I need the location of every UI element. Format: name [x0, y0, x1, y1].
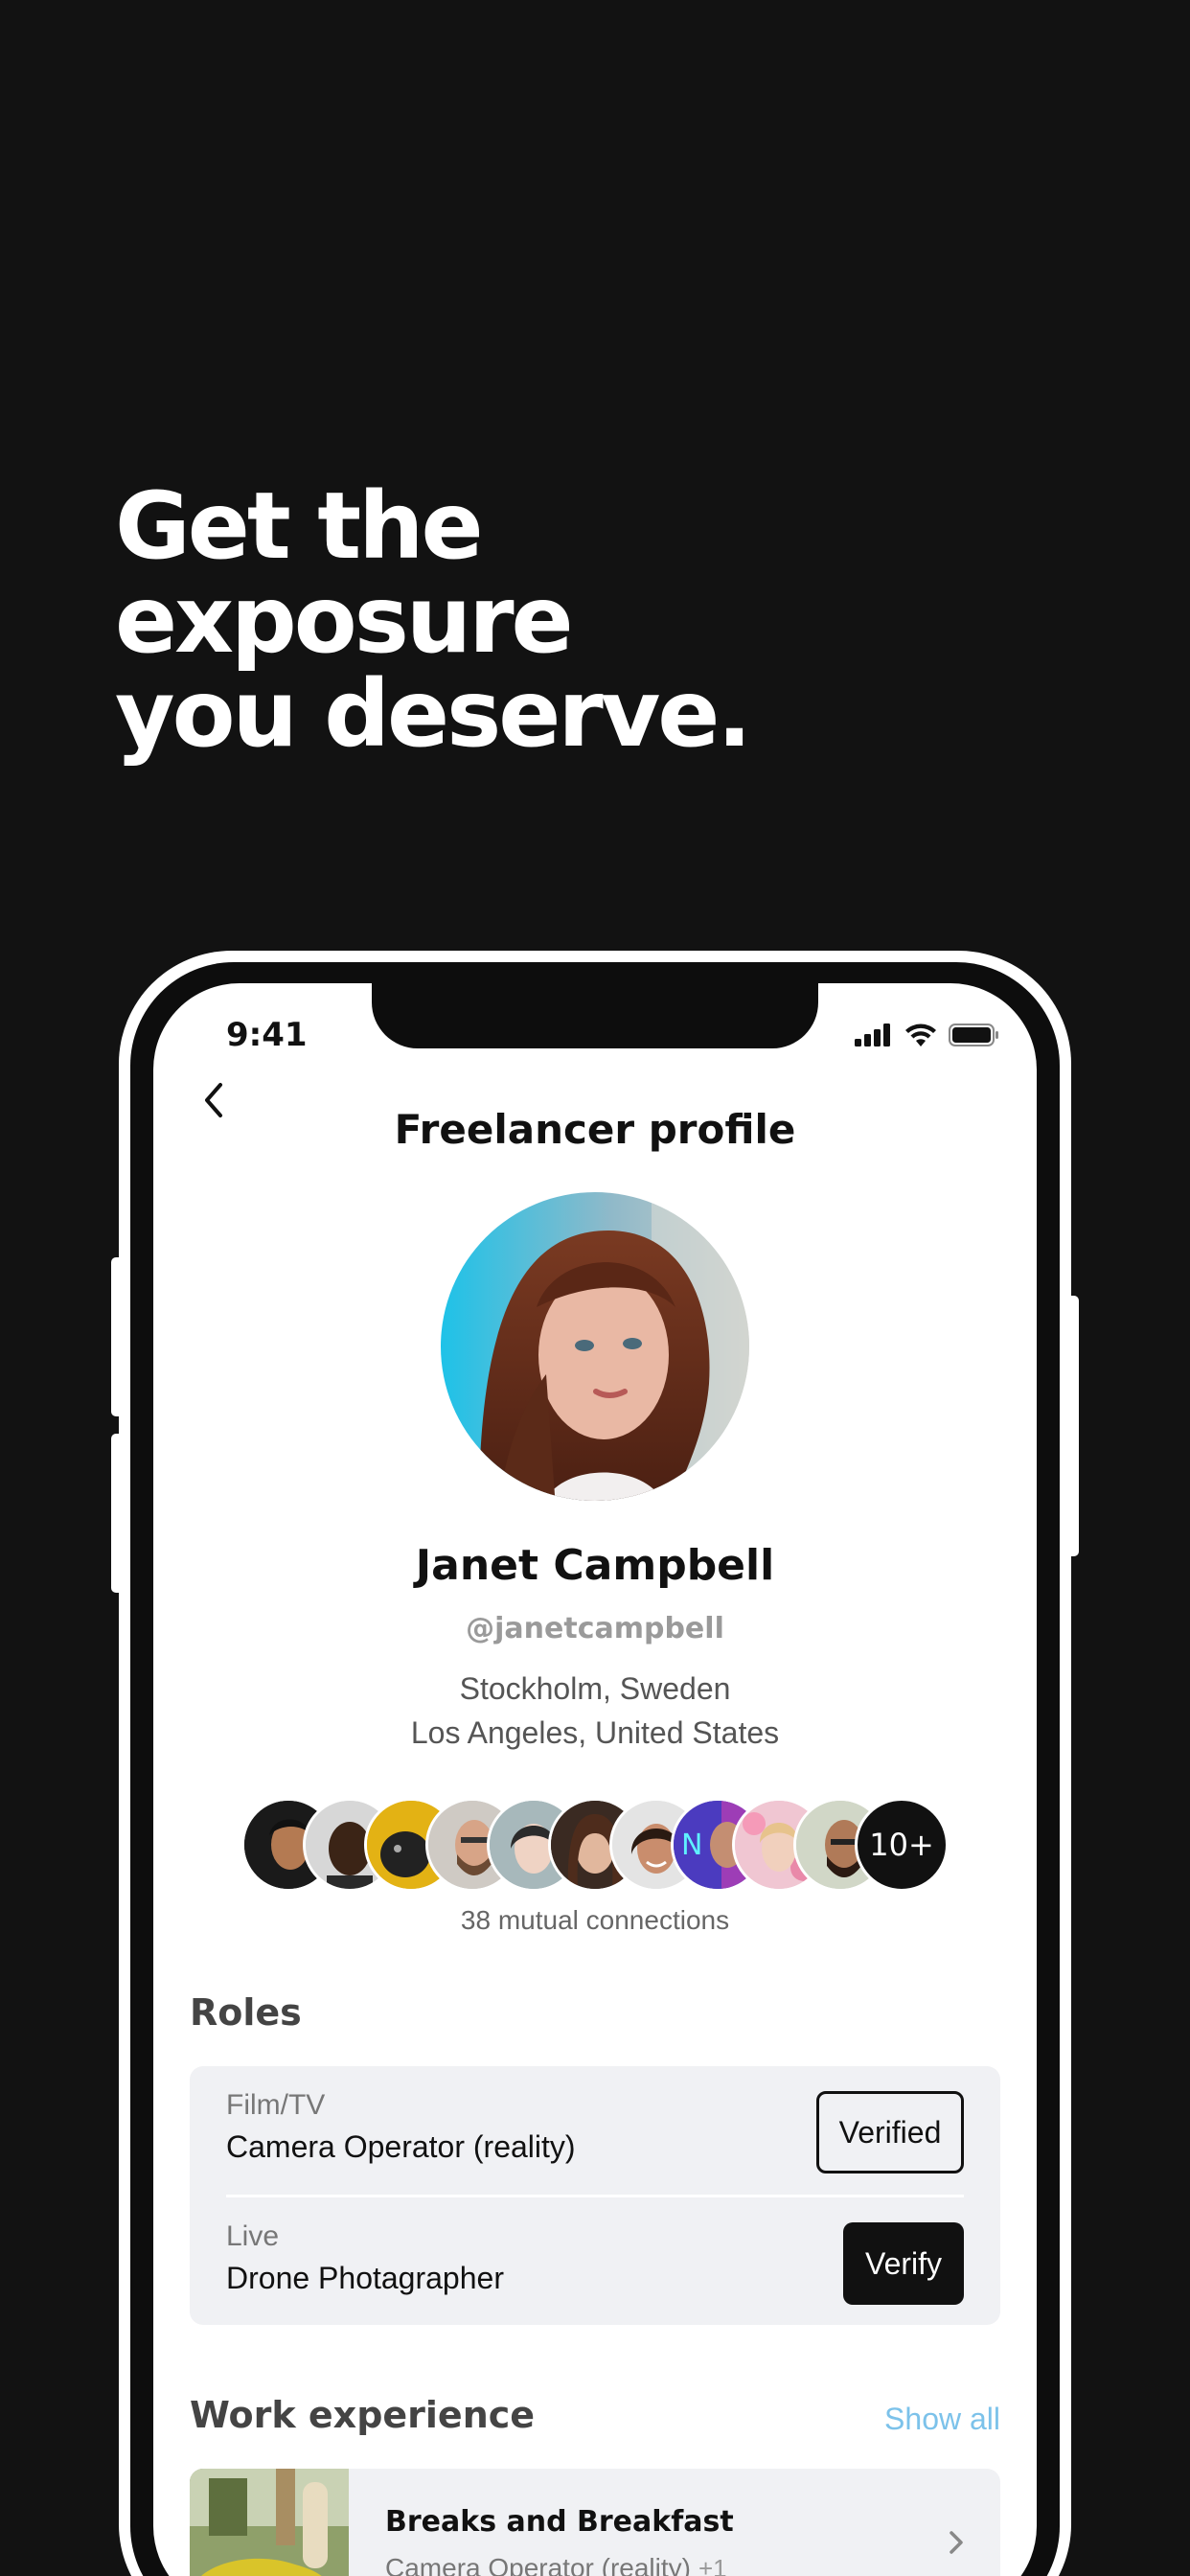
phone-notch [372, 983, 818, 1048]
phone-volume-down-button [111, 1434, 125, 1593]
status-time: 9:41 [226, 1016, 308, 1054]
work-experience-heading: Work experience [190, 2394, 536, 2436]
battery-icon [949, 1024, 998, 1046]
roles-heading: Roles [190, 1991, 302, 2034]
verify-button[interactable]: Verify [843, 2222, 964, 2305]
work-role: Camera Operator (reality) +1 [385, 2553, 727, 2576]
work-role-label: Camera Operator (reality) [385, 2553, 691, 2576]
profile-handle: @janetcampbell [466, 1612, 724, 1645]
profile-location-1: Stockholm, Sweden [459, 1671, 731, 1706]
mutual-connections-count[interactable]: 38 mutual connections [153, 1905, 1037, 1936]
profile-location-2: Los Angeles, United States [410, 1715, 780, 1750]
signal-icon [855, 1024, 890, 1046]
wifi-icon [905, 1024, 936, 1046]
app-store-screenshot: Get the exposure you deserve. 9:41 Freel… [0, 0, 1190, 2576]
roles-card: Film/TV Camera Operator (reality) Verifi… [190, 2066, 1000, 2325]
verified-button[interactable]: Verified [816, 2091, 964, 2174]
mutual-connections-avatars[interactable]: N 10+ [241, 1798, 950, 1894]
profile-avatar[interactable] [441, 1192, 749, 1501]
role-row[interactable]: Live Drone Photagrapher Verify [190, 2197, 1000, 2326]
svg-text:N: N [681, 1828, 702, 1862]
role-category: Live [226, 2220, 280, 2252]
headline-line-2: exposure [115, 566, 574, 674]
phone-volume-up-button [111, 1257, 125, 1416]
status-icons [855, 1024, 1000, 1046]
headline-line-1: Get the [115, 472, 484, 580]
phone-screen: 9:41 Freelancer profile Janet Campbell @… [153, 983, 1037, 2576]
work-title: Breaks and Breakfast [385, 2505, 734, 2539]
profile-name: Janet Campbell [415, 1541, 775, 1590]
profile-photo [441, 1192, 749, 1501]
show-all-link[interactable]: Show all [884, 2402, 1000, 2437]
role-category: Film/TV [226, 2089, 326, 2121]
more-mutual-badge[interactable]: 10+ [855, 1798, 949, 1892]
page-title: Freelancer profile [394, 1106, 796, 1153]
headline-line-3: you deserve. [115, 660, 752, 768]
work-role-extra: +1 [698, 2554, 727, 2576]
headline: Get the exposure you deserve. [115, 472, 752, 768]
phone-power-button [1065, 1296, 1079, 1556]
role-row[interactable]: Film/TV Camera Operator (reality) Verifi… [190, 2066, 1000, 2197]
work-thumbnail [190, 2469, 349, 2576]
role-name: Camera Operator (reality) [226, 2129, 576, 2164]
work-experience-item[interactable]: Breaks and Breakfast Camera Operator (re… [190, 2469, 1000, 2576]
chevron-right-icon [950, 2531, 963, 2554]
role-name: Drone Photagrapher [226, 2261, 504, 2295]
